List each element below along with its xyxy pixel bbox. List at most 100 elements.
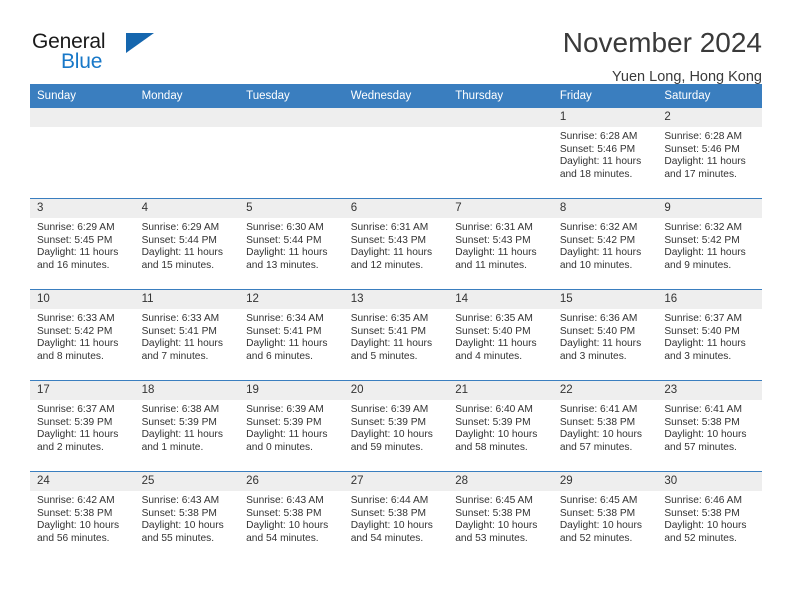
day-cell-inner: 3 Sunrise: 6:29 AM Sunset: 5:45 PM Daylight…: [30, 199, 135, 289]
daylight-text: Daylight: 11 hours and 2 minutes.: [37, 429, 119, 453]
day-cell-inner: 1 Sunrise: 6:28 AM Sunset: 5:46 PM Daylight…: [552, 108, 658, 198]
sunset-text: Sunset: 5:40 PM: [559, 325, 636, 337]
day-number: 2: [657, 108, 762, 127]
sun-info: Sunrise: 6:33 AM Sunset: 5:41 PM Daylight:…: [135, 309, 240, 363]
calendar-day-cell[interactable]: 25 Sunrise: 6:43 AM Sunset: 5:38 PM Dayligh…: [134, 471, 240, 562]
calendar-day-cell[interactable]: 12 Sunrise: 6:34 AM Sunset: 5:41 PM Dayligh…: [239, 289, 344, 381]
calendar-day-cell[interactable]: 17 Sunrise: 6:37 AM Sunset: 5:39 PM Dayligh…: [30, 380, 135, 472]
calendar-day-cell[interactable]: 20 Sunrise: 6:39 AM Sunset: 5:39 PM Dayligh…: [343, 380, 449, 472]
daylight-text: Daylight: 10 hours and 54 minutes.: [350, 520, 433, 544]
daylight-text: Daylight: 11 hours and 1 minute.: [141, 429, 223, 453]
weekday-header-saturday: Saturday: [657, 84, 762, 108]
calendar-day-cell[interactable]: 29 Sunrise: 6:45 AM Sunset: 5:38 PM Dayligh…: [552, 471, 658, 562]
page-title: November 2024: [562, 27, 762, 58]
sunrise-text: Sunrise: 6:33 AM: [141, 313, 220, 324]
sunset-text: Sunset: 5:41 PM: [141, 325, 217, 337]
sunrise-text: Sunrise: 6:43 AM: [246, 495, 324, 506]
day-cell-inner: [30, 108, 135, 198]
sun-info: Sunrise: 6:37 AM Sunset: 5:39 PM Daylight:…: [30, 400, 135, 454]
weekday-header-sunday: Sunday: [30, 84, 135, 108]
calendar-day-cell-empty: [239, 108, 344, 199]
sunset-text: Sunset: 5:44 PM: [141, 234, 217, 246]
calendar-day-cell[interactable]: 19 Sunrise: 6:39 AM Sunset: 5:39 PM Dayligh…: [239, 380, 344, 472]
calendar-day-cell[interactable]: 23 Sunrise: 6:41 AM Sunset: 5:38 PM Dayligh…: [657, 380, 762, 472]
calendar-day-cell[interactable]: 27 Sunrise: 6:44 AM Sunset: 5:38 PM Dayligh…: [343, 471, 449, 562]
sunset-text: Sunset: 5:43 PM: [350, 234, 427, 246]
calendar-day-cell[interactable]: 14 Sunrise: 6:35 AM Sunset: 5:40 PM Dayligh…: [448, 289, 553, 381]
sunrise-text: Sunrise: 6:39 AM: [350, 404, 429, 415]
sunset-text: Sunset: 5:40 PM: [455, 325, 531, 337]
calendar-day-cell[interactable]: 16 Sunrise: 6:37 AM Sunset: 5:40 PM Dayligh…: [657, 289, 762, 381]
calendar-day-cell[interactable]: 3 Sunrise: 6:29 AM Sunset: 5:45 PM Daylight…: [30, 198, 135, 290]
sun-info: Sunrise: 6:29 AM Sunset: 5:44 PM Daylight:…: [135, 218, 240, 272]
day-number: 4: [134, 199, 240, 218]
sunset-text: Sunset: 5:40 PM: [664, 325, 740, 337]
day-cell-inner: 10 Sunrise: 6:33 AM Sunset: 5:42 PM Dayligh…: [30, 290, 135, 380]
sunset-text: Sunset: 5:42 PM: [37, 325, 113, 337]
calendar-day-cell[interactable]: 2 Sunrise: 6:28 AM Sunset: 5:46 PM Daylight…: [657, 108, 762, 199]
day-number: 22: [552, 381, 658, 400]
sun-info: Sunrise: 6:40 AM Sunset: 5:39 PM Daylight:…: [448, 400, 553, 454]
sun-info: Sunrise: 6:39 AM Sunset: 5:39 PM Daylight:…: [239, 400, 344, 454]
daylight-text: Daylight: 10 hours and 57 minutes.: [664, 429, 747, 453]
title-block: November 2024 Yuen Long, Hong Kong: [562, 27, 762, 85]
day-cell-inner: 30 Sunrise: 6:46 AM Sunset: 5:38 PM Dayligh…: [657, 472, 762, 562]
daylight-text: Daylight: 11 hours and 12 minutes.: [350, 247, 433, 271]
calendar-day-cell-empty: [30, 108, 135, 199]
day-cell-inner: [343, 108, 449, 198]
sunrise-text: Sunrise: 6:38 AM: [141, 404, 220, 415]
sun-info: Sunrise: 6:43 AM Sunset: 5:38 PM Daylight:…: [239, 491, 344, 545]
daylight-text: Daylight: 11 hours and 9 minutes.: [664, 247, 746, 271]
calendar-day-cell[interactable]: 1 Sunrise: 6:28 AM Sunset: 5:46 PM Daylight…: [552, 108, 658, 199]
sunset-text: Sunset: 5:39 PM: [141, 416, 217, 428]
daylight-text: Daylight: 11 hours and 15 minutes.: [141, 247, 223, 271]
day-number: [30, 108, 135, 127]
daylight-text: Daylight: 11 hours and 0 minutes.: [246, 429, 328, 453]
calendar-day-cell[interactable]: 30 Sunrise: 6:46 AM Sunset: 5:38 PM Dayligh…: [657, 471, 762, 562]
day-cell-inner: 17 Sunrise: 6:37 AM Sunset: 5:39 PM Dayligh…: [30, 381, 135, 471]
sunrise-text: Sunrise: 6:44 AM: [350, 495, 429, 506]
sunrise-text: Sunrise: 6:35 AM: [455, 313, 533, 324]
sun-info: Sunrise: 6:41 AM Sunset: 5:38 PM Daylight:…: [657, 400, 762, 454]
day-number: [448, 108, 553, 127]
daylight-text: Daylight: 10 hours and 57 minutes.: [559, 429, 642, 453]
day-number: 9: [657, 199, 762, 218]
sun-info: Sunrise: 6:33 AM Sunset: 5:42 PM Daylight:…: [30, 309, 135, 363]
calendar-day-cell[interactable]: 7 Sunrise: 6:31 AM Sunset: 5:43 PM Daylight…: [448, 198, 553, 290]
page-header: General Blue November 2024 Yuen Long, Ho…: [30, 0, 762, 85]
day-number: 27: [343, 472, 449, 491]
daylight-text: Daylight: 10 hours and 52 minutes.: [664, 520, 747, 544]
sun-info: Sunrise: 6:29 AM Sunset: 5:45 PM Daylight:…: [30, 218, 135, 272]
calendar-day-cell[interactable]: 10 Sunrise: 6:33 AM Sunset: 5:42 PM Dayligh…: [30, 289, 135, 381]
calendar-day-cell[interactable]: 28 Sunrise: 6:45 AM Sunset: 5:38 PM Dayligh…: [448, 471, 553, 562]
day-cell-inner: 5 Sunrise: 6:30 AM Sunset: 5:44 PM Daylight…: [239, 199, 344, 289]
calendar-day-cell[interactable]: 13 Sunrise: 6:35 AM Sunset: 5:41 PM Dayligh…: [343, 289, 449, 381]
day-number: 11: [134, 290, 240, 309]
day-number: 18: [134, 381, 240, 400]
sun-info: Sunrise: 6:34 AM Sunset: 5:41 PM Daylight:…: [239, 309, 344, 363]
sun-info: Sunrise: 6:35 AM Sunset: 5:41 PM Daylight:…: [344, 309, 449, 363]
calendar-day-cell[interactable]: 6 Sunrise: 6:31 AM Sunset: 5:43 PM Daylight…: [343, 198, 449, 290]
logo-triangle-icon: [126, 33, 154, 53]
day-cell-inner: 8 Sunrise: 6:32 AM Sunset: 5:42 PM Daylight…: [552, 199, 658, 289]
calendar-day-cell[interactable]: 5 Sunrise: 6:30 AM Sunset: 5:44 PM Daylight…: [239, 198, 344, 290]
calendar-week-row: 24 Sunrise: 6:42 AM Sunset: 5:38 PM Dayligh…: [30, 471, 762, 562]
calendar-day-cell[interactable]: 21 Sunrise: 6:40 AM Sunset: 5:39 PM Dayligh…: [448, 380, 553, 472]
calendar-day-cell[interactable]: 9 Sunrise: 6:32 AM Sunset: 5:42 PM Daylight…: [657, 198, 762, 290]
sunset-text: Sunset: 5:39 PM: [350, 416, 427, 428]
daylight-text: Daylight: 10 hours and 55 minutes.: [141, 520, 224, 544]
calendar-day-cell[interactable]: 26 Sunrise: 6:43 AM Sunset: 5:38 PM Dayligh…: [239, 471, 344, 562]
calendar-day-cell[interactable]: 4 Sunrise: 6:29 AM Sunset: 5:44 PM Daylight…: [134, 198, 240, 290]
calendar-day-cell[interactable]: 8 Sunrise: 6:32 AM Sunset: 5:42 PM Daylight…: [552, 198, 658, 290]
calendar-day-cell[interactable]: 22 Sunrise: 6:41 AM Sunset: 5:38 PM Dayligh…: [552, 380, 658, 472]
daylight-text: Daylight: 11 hours and 3 minutes.: [664, 338, 746, 362]
day-cell-inner: 26 Sunrise: 6:43 AM Sunset: 5:38 PM Dayligh…: [239, 472, 344, 562]
sunrise-text: Sunrise: 6:42 AM: [37, 495, 115, 506]
calendar-day-cell[interactable]: 24 Sunrise: 6:42 AM Sunset: 5:38 PM Dayligh…: [30, 471, 135, 562]
calendar-day-cell[interactable]: 18 Sunrise: 6:38 AM Sunset: 5:39 PM Dayligh…: [134, 380, 240, 472]
daylight-text: Daylight: 11 hours and 5 minutes.: [350, 338, 433, 362]
calendar-day-cell[interactable]: 15 Sunrise: 6:36 AM Sunset: 5:40 PM Dayligh…: [552, 289, 658, 381]
sun-info: Sunrise: 6:45 AM Sunset: 5:38 PM Daylight:…: [553, 491, 658, 545]
sunrise-text: Sunrise: 6:30 AM: [246, 222, 324, 233]
calendar-day-cell[interactable]: 11 Sunrise: 6:33 AM Sunset: 5:41 PM Dayligh…: [134, 289, 240, 381]
